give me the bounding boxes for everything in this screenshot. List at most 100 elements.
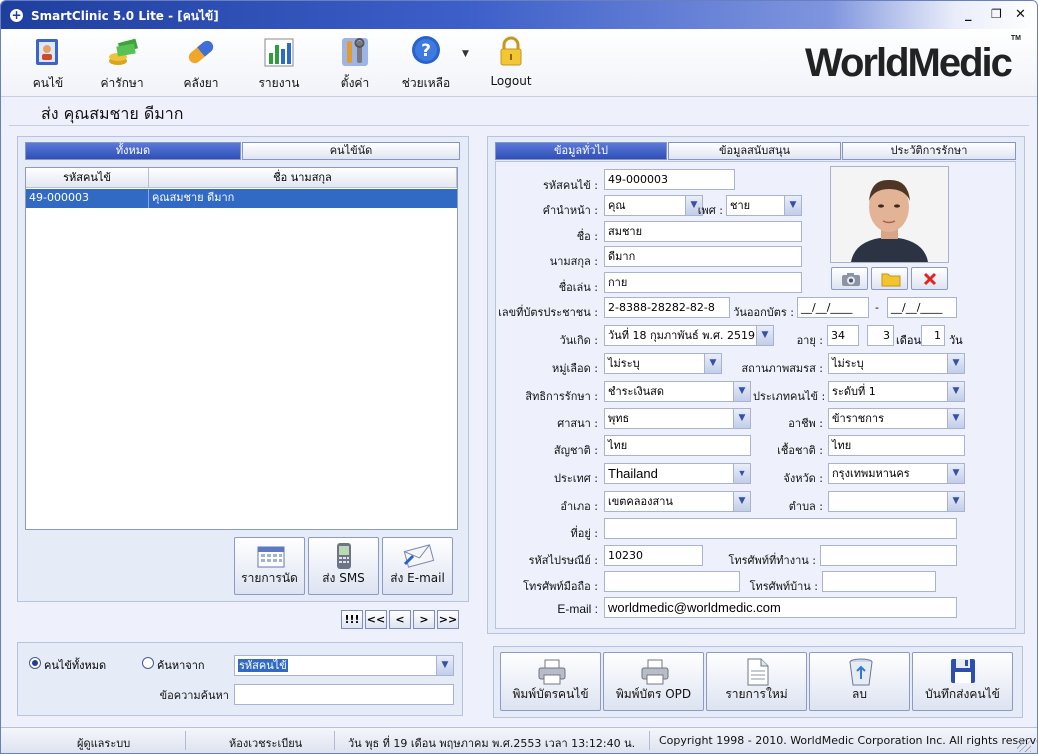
chevron-down-icon: ▼: [704, 354, 721, 373]
help-dropdown-arrow-icon[interactable]: ▼: [462, 49, 469, 59]
toolbar-pharmacy-button[interactable]: คลังยา: [166, 35, 236, 93]
label-home-phone: โทรศัพท์บ้าน :: [749, 580, 818, 593]
delete-photo-button[interactable]: [911, 267, 948, 290]
prefix-select[interactable]: คุณ ▼: [604, 195, 703, 216]
blood-group-select[interactable]: ไม่ระบุ ▼: [604, 353, 722, 374]
toolbar-report-button[interactable]: รายงาน: [244, 35, 314, 93]
date-range-dash: -: [875, 301, 879, 314]
resize-grip-icon[interactable]: [1017, 738, 1031, 752]
appointment-list-button[interactable]: รายการนัด: [234, 537, 305, 595]
district-select[interactable]: เขตคลองสาน ▼: [604, 491, 751, 512]
age-days-input[interactable]: 1: [921, 325, 945, 346]
radio-search-from[interactable]: [142, 657, 154, 669]
column-header-name[interactable]: ชื่อ นามสกุล: [149, 168, 457, 188]
chevron-down-icon: ▼: [784, 196, 801, 215]
calendar-icon: [257, 544, 285, 571]
email-input[interactable]: worldmedic@worldmedic.com: [604, 597, 957, 618]
label-birthdate: วันเกิด :: [559, 334, 598, 347]
country-select[interactable]: Thailand ▼: [604, 463, 751, 484]
send-email-button[interactable]: ส่ง E-mail: [382, 537, 453, 595]
occupation-select[interactable]: ข้าราชการ ▼: [828, 408, 965, 429]
province-select[interactable]: กรุงเทพมหานคร ▼: [828, 463, 965, 484]
nickname-input[interactable]: กาย: [604, 272, 802, 293]
race-input[interactable]: ไทย: [828, 435, 965, 456]
label-nationality: สัญชาติ :: [553, 444, 598, 457]
main-toolbar: คนไข้ ค่ารักษา คลังยา รายงาน ตั้งค่า ? ช…: [1, 29, 1037, 97]
radio-search-from-label: ค้นหาจาก: [157, 659, 205, 672]
label-work-phone: โทรศัพท์ที่ทำงาน :: [728, 554, 816, 567]
row-patient-name: คุณสมชาย ดีมาก: [152, 191, 235, 204]
column-header-patient-id[interactable]: รหัสคนไข้: [26, 168, 149, 188]
age-months-input[interactable]: 3: [867, 325, 894, 346]
issue-date-input[interactable]: __/__/____: [797, 297, 869, 318]
send-sms-button[interactable]: ส่ง SMS: [308, 537, 379, 595]
pager-next-button[interactable]: >: [413, 610, 435, 629]
camera-icon: [841, 271, 861, 290]
printer-icon: [640, 659, 670, 688]
save-referral-button[interactable]: บันทึกส่งคนไข้: [912, 652, 1013, 711]
citizen-id-input[interactable]: 2-8388-28282-82-8: [604, 297, 730, 318]
label-occupation: อาชีพ :: [788, 417, 823, 430]
tab-general-info[interactable]: ข้อมูลทั่วไป: [495, 142, 667, 160]
nationality-input[interactable]: ไทย: [604, 435, 751, 456]
mobile-input[interactable]: [604, 571, 740, 592]
chevron-down-icon: ▼: [947, 382, 964, 401]
patient-id-input[interactable]: 49-000003: [604, 169, 735, 190]
print-patient-card-button[interactable]: พิมพ์บัตรคนไข้: [500, 652, 601, 711]
home-phone-input[interactable]: [822, 571, 936, 592]
last-name-input[interactable]: ดีมาก: [604, 246, 802, 267]
minimize-button[interactable]: _: [965, 7, 972, 22]
address-input[interactable]: [604, 518, 957, 539]
marital-select[interactable]: ไม่ระบุ ▼: [828, 353, 965, 374]
row-patient-id: 49-000003: [29, 191, 89, 204]
radio-all-patients[interactable]: [29, 657, 41, 669]
toolbar-patient-button[interactable]: คนไข้: [13, 35, 83, 93]
first-name-input[interactable]: สมชาย: [604, 221, 802, 242]
label-race: เชื้อชาติ :: [777, 444, 823, 457]
tab-all[interactable]: ทั้งหมด: [25, 142, 241, 160]
subdistrict-select[interactable]: ▼: [828, 491, 965, 512]
take-photo-button[interactable]: [831, 267, 868, 290]
status-copyright: Copyright 1998 - 2010. WorldMedic Corpor…: [659, 734, 1038, 747]
tab-appointment-patients[interactable]: คนไข้นัด: [242, 142, 460, 160]
app-plus-icon: +: [9, 8, 24, 23]
toolbar-help-button[interactable]: ? ช่วยเหลือ: [391, 35, 461, 93]
label-patient-type: ประเภทคนไข้ :: [753, 390, 826, 403]
religion-select[interactable]: พุทธ ▼: [604, 408, 751, 429]
pager-rewind-button[interactable]: <<: [365, 610, 387, 629]
new-record-button[interactable]: รายการใหม่: [706, 652, 807, 711]
expiry-date-input[interactable]: __/__/____: [887, 297, 957, 318]
chevron-down-icon: ▼: [947, 492, 964, 511]
work-phone-input[interactable]: [820, 545, 957, 566]
sex-select[interactable]: ชาย ▼: [726, 195, 802, 216]
search-field-select[interactable]: รหัสคนไข้ ▼: [234, 655, 454, 676]
print-opd-card-button[interactable]: พิมพ์บัตร OPD: [603, 652, 704, 711]
toolbar-settings-button[interactable]: ตั้งค่า: [320, 35, 390, 93]
delete-button[interactable]: ลบ: [809, 652, 910, 711]
privilege-select[interactable]: ชำระเงินสด ▼: [604, 381, 751, 402]
patient-type-select[interactable]: ระดับที่ 1 ▼: [828, 381, 965, 402]
toolbar-logout-button[interactable]: Logout: [476, 35, 546, 88]
table-row[interactable]: 49-000003 คุณสมชาย ดีมาก: [26, 189, 457, 208]
age-years-input[interactable]: 34: [827, 325, 859, 346]
toolbar-fees-button[interactable]: ค่ารักษา: [87, 35, 157, 93]
birthdate-picker[interactable]: วันที่ 18 กุมภาพันธ์ พ.ศ. 2519 ▼: [604, 325, 774, 346]
tab-supporting-info[interactable]: ข้อมูลสนับสนุน: [668, 142, 841, 160]
pager-first-page-button[interactable]: !!!: [341, 610, 363, 629]
close-button[interactable]: ✕: [1015, 7, 1026, 22]
open-photo-button[interactable]: [871, 267, 908, 290]
pager-last-button[interactable]: >>: [437, 610, 459, 629]
tab-treatment-history[interactable]: ประวัติการรักษา: [842, 142, 1016, 160]
help-icon: ?: [409, 35, 443, 69]
pager-prev-button[interactable]: <: [389, 610, 411, 629]
chevron-down-icon: ▼: [756, 326, 773, 345]
search-text-input[interactable]: [234, 684, 454, 705]
postcode-input[interactable]: 10230: [604, 545, 703, 566]
tools-icon: [338, 35, 372, 69]
chevron-down-icon: ▼: [436, 656, 453, 675]
restore-button[interactable]: ❐: [991, 7, 1002, 21]
patient-book-icon: [31, 35, 65, 69]
status-bar: ผู้ดูแลระบบ ห้องเวชระเบียน วัน พุธ ที่ 1…: [1, 727, 1038, 753]
label-mobile: โทรศัพท์มือถือ :: [523, 580, 598, 593]
label-sex: เพศ :: [697, 204, 723, 217]
